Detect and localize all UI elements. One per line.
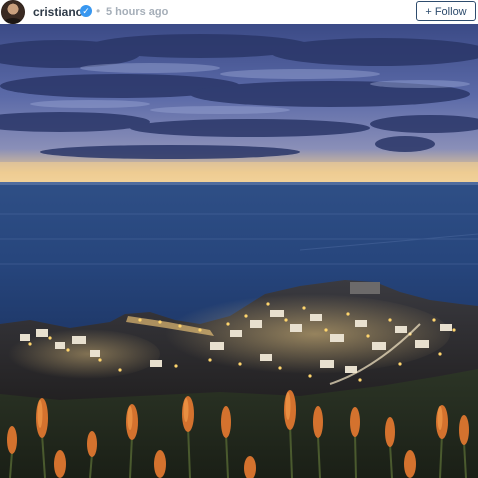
timestamp-separator: • (96, 4, 101, 18)
post-header: cristiano ✓ • 5 hours ago + Follow (0, 0, 478, 24)
post-timestamp[interactable]: 5 hours ago (106, 5, 168, 19)
username-link[interactable]: cristiano (33, 5, 83, 19)
follow-button[interactable]: + Follow (416, 1, 476, 21)
instagram-post: cristiano ✓ • 5 hours ago + Follow (0, 0, 478, 478)
avatar[interactable] (1, 0, 25, 24)
coastal-town-dusk-photo (0, 24, 478, 478)
verified-badge-icon: ✓ (80, 5, 92, 17)
post-photo[interactable] (0, 24, 478, 478)
